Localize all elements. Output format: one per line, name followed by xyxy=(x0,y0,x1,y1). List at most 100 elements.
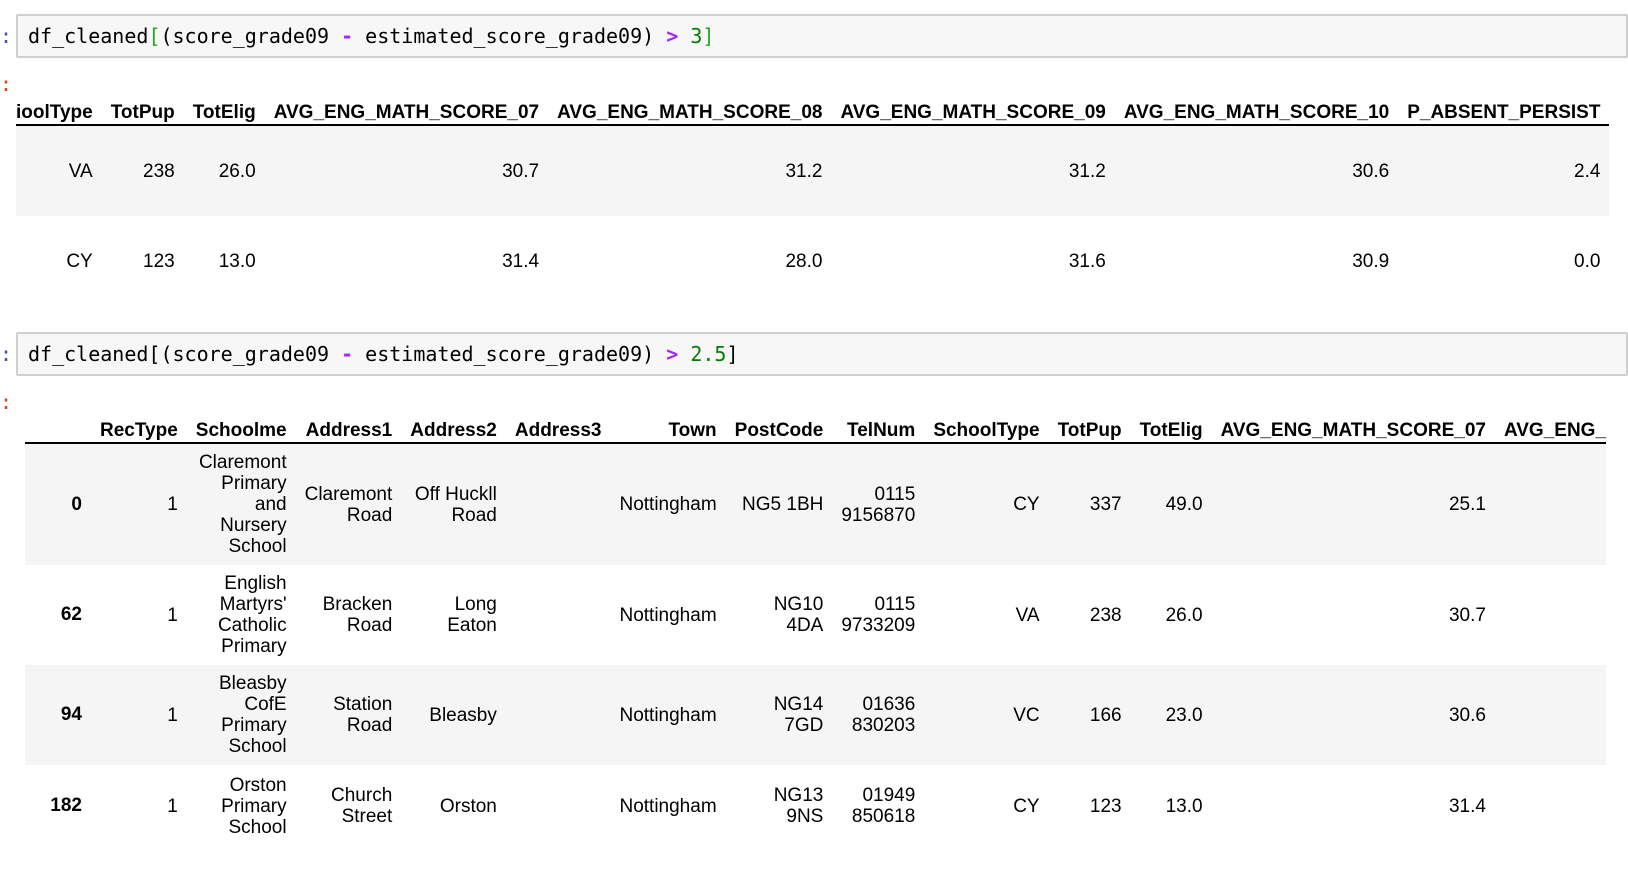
table-cell: 28.0 xyxy=(548,216,832,306)
column-header: Town xyxy=(610,406,726,444)
column-header: TelNum xyxy=(832,406,925,444)
table-cell: 1 xyxy=(91,443,187,565)
dataframe-output-1: ioolType TotPup TotElig AVG_ENG_MATH_SCO… xyxy=(16,88,1610,306)
code-token: df_cleaned xyxy=(28,342,149,366)
code-operator: > xyxy=(666,342,679,366)
table-cell: CY xyxy=(16,216,102,306)
column-header: Address1 xyxy=(295,406,402,444)
table-row: 62 1 English Martyrs' Catholic Primary B… xyxy=(25,565,1607,665)
output-prompt-marker: : xyxy=(0,390,13,414)
table-cell xyxy=(505,765,611,847)
table-row: 0 1 Claremont Primary and Nursery School… xyxy=(25,443,1607,565)
column-header: AVG_ENG_ xyxy=(1494,406,1607,444)
table-cell: 123 xyxy=(101,216,184,306)
column-header: AVG_ENG_MATH_SCORE_09 xyxy=(831,88,1115,126)
table-cell: Claremont Road xyxy=(295,443,402,565)
table-cell: Claremont Primary and Nursery School xyxy=(186,443,296,565)
column-header: AVG_ENG_MATH_SCORE_07 xyxy=(1211,406,1495,444)
table-header-row: ioolType TotPup TotElig AVG_ENG_MATH_SCO… xyxy=(16,88,1610,126)
row-index: 62 xyxy=(25,565,91,665)
table-cell: 13.0 xyxy=(183,216,265,306)
table-cell: 30.9 xyxy=(1114,216,1399,306)
code-token: (score_grade09 xyxy=(160,342,342,366)
table-cell: 26.0 xyxy=(183,125,265,216)
table-cell: 1 xyxy=(91,665,187,765)
table-cell: VA xyxy=(924,565,1049,665)
table-cell: Bleasby xyxy=(401,665,506,765)
table-cell: Nottingham xyxy=(610,765,726,847)
row-index: 0 xyxy=(25,443,91,565)
table-cell: 30.6 xyxy=(1211,665,1495,765)
table-header-row: RecType Schoolme Address1 Address2 Addre… xyxy=(25,406,1607,444)
table-cell: 23.0 xyxy=(1130,665,1212,765)
column-header: AVG_ENG_MATH_SCORE_08 xyxy=(548,88,832,126)
table-cell xyxy=(505,665,611,765)
table-cell xyxy=(505,565,611,665)
code-cell-1[interactable]: df_cleaned[(score_grade09 - estimated_sc… xyxy=(16,14,1628,58)
input-prompt-marker: : xyxy=(0,24,13,48)
table-cell: 31.6 xyxy=(831,216,1115,306)
table-cell xyxy=(1494,665,1607,765)
column-header: Address2 xyxy=(401,406,506,444)
table-cell: 31.2 xyxy=(548,125,832,216)
column-header: AVG_ENG_MATH_SCORE_10 xyxy=(1114,88,1399,126)
table-cell: 01949 850618 xyxy=(832,765,925,847)
code-token: ] xyxy=(702,24,715,48)
table-row: 182 1 Orston Primary School Church Stree… xyxy=(25,765,1607,847)
table-cell: 1 xyxy=(91,565,187,665)
table-cell: Long Eaton xyxy=(401,565,506,665)
table-cell: 26.0 xyxy=(1130,565,1212,665)
table-cell xyxy=(1494,565,1607,665)
code-cell-2[interactable]: df_cleaned[(score_grade09 - estimated_sc… xyxy=(16,332,1628,376)
table-cell: 31.2 xyxy=(831,125,1115,216)
table-cell: CY xyxy=(924,765,1049,847)
table-cell: NG13 9NS xyxy=(725,765,833,847)
table-cell: 2.4 xyxy=(1398,125,1610,216)
table-row: VA 238 26.0 30.7 31.2 31.2 30.6 2.4 xyxy=(16,125,1610,216)
column-header: Address3 xyxy=(505,406,611,444)
table-cell: NG10 4DA xyxy=(725,565,833,665)
code-token: ] xyxy=(726,342,739,366)
column-header: TotPup xyxy=(1048,406,1131,444)
table-cell: VA xyxy=(16,125,102,216)
code-token: (score_grade09 xyxy=(160,24,342,48)
column-header: TotPup xyxy=(101,88,184,126)
input-prompt-marker: : xyxy=(0,342,13,366)
table-cell: 30.6 xyxy=(1114,125,1399,216)
table-cell: 166 xyxy=(1048,665,1131,765)
table-cell: Orston xyxy=(401,765,506,847)
code-token: estimated_score_grade09) xyxy=(353,24,667,48)
table-cell: 01636 830203 xyxy=(832,665,925,765)
table-cell xyxy=(505,443,611,565)
code-token: [ xyxy=(148,24,161,48)
table-cell: Church Street xyxy=(295,765,402,847)
column-header: SchoolType xyxy=(924,406,1049,444)
code-token: df_cleaned xyxy=(28,24,149,48)
column-header: AVG_ENG_MATH_SCORE_07 xyxy=(264,88,549,126)
table-row: CY 123 13.0 31.4 28.0 31.6 30.9 0.0 xyxy=(16,216,1610,306)
table-cell: Orston Primary School xyxy=(186,765,296,847)
table-cell: 31.4 xyxy=(264,216,549,306)
table-cell: Nottingham xyxy=(610,443,726,565)
table-cell: VC xyxy=(924,665,1049,765)
table-cell: 238 xyxy=(1048,565,1131,665)
table-cell: 1 xyxy=(91,765,187,847)
table-cell: 238 xyxy=(101,125,184,216)
table-cell: Nottingham xyxy=(610,565,726,665)
table-cell: 13.0 xyxy=(1130,765,1212,847)
column-header: RecType xyxy=(91,406,187,444)
code-number: 2.5 xyxy=(690,342,727,366)
column-header: P_ABSENT_PERSIST xyxy=(1398,88,1610,126)
output-prompt-marker: : xyxy=(0,72,13,96)
row-index: 94 xyxy=(25,665,91,765)
table-cell: NG14 7GD xyxy=(725,665,833,765)
table-cell: NG5 1BH xyxy=(725,443,833,565)
table-cell: English Martyrs' Catholic Primary xyxy=(186,565,296,665)
table-cell: 0115 9156870 xyxy=(832,443,925,565)
code-operator: - xyxy=(341,24,354,48)
table-cell: 31.4 xyxy=(1211,765,1495,847)
row-index: 182 xyxy=(25,765,91,847)
table-cell xyxy=(1494,443,1607,565)
